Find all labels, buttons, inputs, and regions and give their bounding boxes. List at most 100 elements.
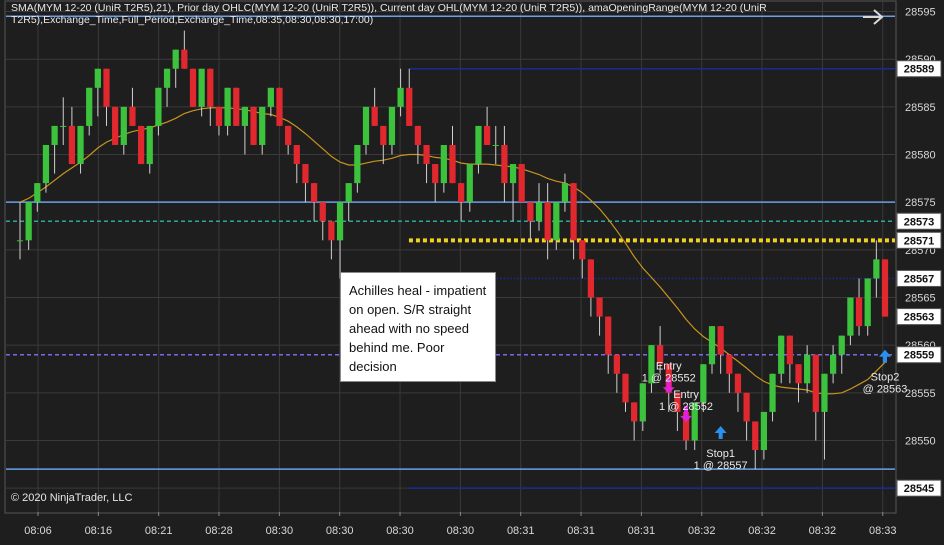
- down-candle[interactable]: [613, 354, 620, 374]
- down-candle[interactable]: [215, 106, 223, 126]
- price-marker-label: 28559: [904, 350, 935, 362]
- down-candle[interactable]: [406, 87, 413, 126]
- up-candle[interactable]: [821, 373, 828, 412]
- annotation-note[interactable]: Achilles heal - impatient on open. S/R s…: [340, 272, 496, 382]
- up-candle[interactable]: [345, 183, 352, 203]
- up-candle[interactable]: [34, 183, 41, 203]
- up-candle[interactable]: [77, 125, 84, 165]
- down-candle[interactable]: [812, 354, 819, 412]
- up-candle[interactable]: [509, 164, 517, 184]
- up-candle[interactable]: [388, 106, 396, 145]
- down-candle[interactable]: [570, 183, 577, 241]
- up-candle[interactable]: [778, 335, 785, 374]
- up-candle[interactable]: [708, 326, 716, 365]
- up-candle[interactable]: [492, 144, 499, 146]
- arrow-right-icon[interactable]: [860, 6, 886, 28]
- up-candle[interactable]: [259, 106, 266, 145]
- up-candle[interactable]: [397, 87, 404, 107]
- up-candle[interactable]: [760, 411, 768, 451]
- up-candle[interactable]: [224, 87, 231, 126]
- down-candle[interactable]: [189, 68, 197, 107]
- up-candle[interactable]: [16, 240, 24, 242]
- x-tick-label: 08:28: [205, 525, 233, 537]
- up-candle[interactable]: [475, 125, 482, 165]
- down-candle[interactable]: [285, 125, 292, 145]
- up-candle[interactable]: [873, 259, 880, 279]
- up-candle[interactable]: [838, 335, 845, 355]
- down-candle[interactable]: [501, 144, 508, 184]
- down-candle[interactable]: [129, 106, 136, 126]
- down-candle[interactable]: [371, 106, 378, 126]
- down-candle[interactable]: [319, 202, 326, 222]
- down-candle[interactable]: [207, 68, 214, 107]
- down-candle[interactable]: [881, 259, 889, 317]
- down-candle[interactable]: [250, 106, 257, 145]
- down-candle[interactable]: [544, 202, 551, 241]
- up-candle[interactable]: [86, 87, 93, 126]
- up-candle[interactable]: [120, 106, 127, 145]
- down-candle[interactable]: [596, 297, 603, 317]
- up-candle[interactable]: [42, 144, 50, 184]
- up-candle[interactable]: [267, 87, 274, 107]
- x-tick-label: 08:06: [24, 525, 52, 537]
- down-candle[interactable]: [717, 326, 724, 355]
- up-candle[interactable]: [172, 49, 179, 69]
- down-candle[interactable]: [605, 316, 612, 355]
- up-candle[interactable]: [94, 68, 101, 88]
- up-candle[interactable]: [553, 202, 560, 241]
- down-candle[interactable]: [518, 164, 525, 203]
- down-candle[interactable]: [423, 144, 430, 165]
- down-candle[interactable]: [855, 297, 863, 327]
- down-candle[interactable]: [112, 106, 119, 145]
- down-candle[interactable]: [631, 402, 638, 422]
- down-candle[interactable]: [293, 144, 300, 165]
- down-candle[interactable]: [483, 125, 491, 145]
- up-candle[interactable]: [804, 354, 811, 384]
- down-candle[interactable]: [137, 125, 145, 165]
- up-candle[interactable]: [25, 202, 32, 241]
- down-candle[interactable]: [752, 421, 759, 451]
- up-candle[interactable]: [146, 125, 153, 165]
- up-candle[interactable]: [354, 144, 361, 184]
- down-candle[interactable]: [68, 125, 76, 165]
- down-candle[interactable]: [414, 125, 422, 145]
- up-candle[interactable]: [163, 68, 171, 88]
- up-candle[interactable]: [561, 183, 569, 203]
- down-candle[interactable]: [734, 373, 742, 393]
- up-candle[interactable]: [829, 354, 837, 374]
- up-candle[interactable]: [535, 202, 543, 222]
- up-candle[interactable]: [847, 297, 854, 336]
- up-candle[interactable]: [639, 383, 646, 422]
- up-candle[interactable]: [864, 278, 871, 327]
- down-candle[interactable]: [786, 335, 793, 365]
- up-candle[interactable]: [198, 68, 205, 107]
- down-candle[interactable]: [622, 373, 629, 403]
- down-candle[interactable]: [276, 87, 283, 126]
- down-candle[interactable]: [795, 364, 802, 384]
- down-candle[interactable]: [103, 68, 110, 107]
- down-candle[interactable]: [579, 240, 586, 260]
- up-candle[interactable]: [466, 164, 473, 203]
- up-candle[interactable]: [336, 202, 344, 241]
- down-candle[interactable]: [302, 164, 309, 184]
- up-candle[interactable]: [60, 125, 67, 127]
- up-candle[interactable]: [362, 106, 370, 145]
- down-candle[interactable]: [587, 259, 595, 298]
- up-candle[interactable]: [769, 373, 776, 412]
- up-candle[interactable]: [241, 106, 249, 126]
- down-candle[interactable]: [233, 87, 240, 126]
- down-candle[interactable]: [726, 354, 733, 374]
- down-candle[interactable]: [527, 202, 534, 222]
- down-candle[interactable]: [458, 183, 465, 203]
- up-candle[interactable]: [155, 87, 162, 126]
- up-candle[interactable]: [700, 364, 707, 403]
- down-candle[interactable]: [432, 164, 439, 184]
- down-candle[interactable]: [181, 49, 188, 69]
- down-candle[interactable]: [743, 392, 750, 422]
- down-candle[interactable]: [380, 125, 387, 145]
- down-candle[interactable]: [310, 183, 318, 203]
- up-candle[interactable]: [51, 125, 58, 145]
- down-candle[interactable]: [328, 221, 335, 241]
- up-candle[interactable]: [440, 144, 447, 184]
- down-candle[interactable]: [449, 144, 456, 184]
